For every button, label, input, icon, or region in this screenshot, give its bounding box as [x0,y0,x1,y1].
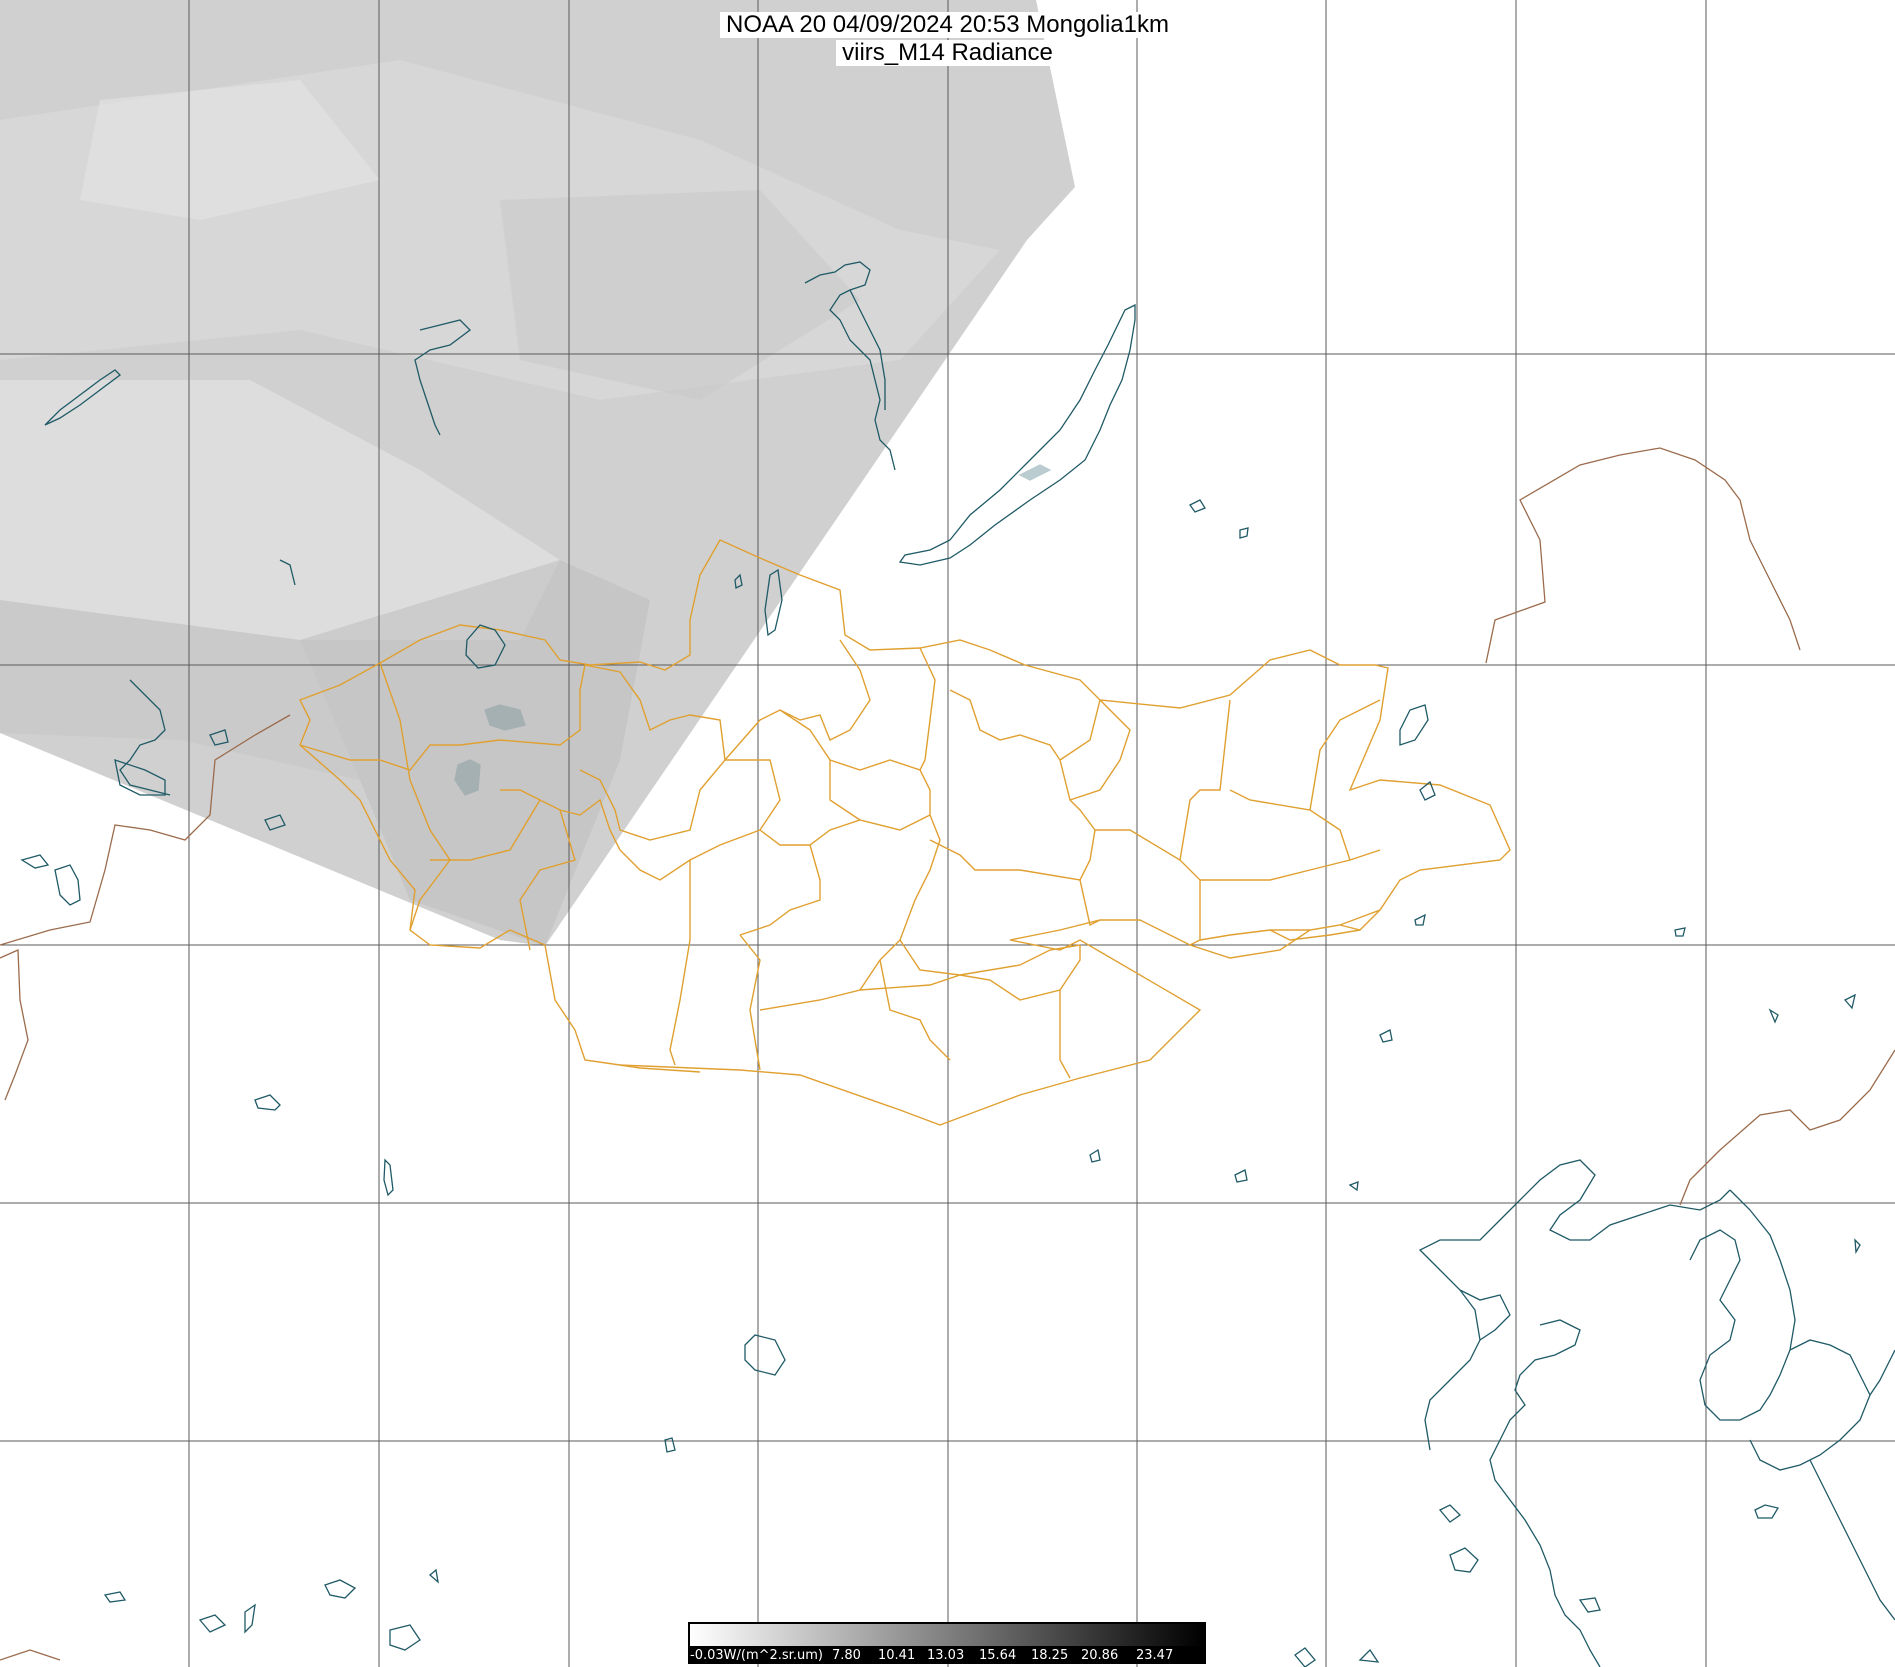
colorbar-legend: -0.03W/(m^2.sr.um) 7.80 10.41 13.03 15.6… [688,1622,1206,1664]
legend-label-7: 23.47 [1136,1648,1174,1663]
legend-label-2: 10.41 [878,1648,916,1663]
legend-label-5: 18.25 [1031,1648,1069,1663]
legend-label-4: 15.64 [979,1648,1017,1663]
legend-label-6: 20.86 [1081,1648,1119,1663]
legend-label-3: 13.03 [927,1648,965,1663]
legend-label-1: 7.80 [832,1648,861,1663]
satellite-map [0,0,1895,1667]
colorbar-gradient [690,1624,1204,1646]
legend-label-0: -0.03W/(m^2.sr.um) [690,1648,823,1663]
